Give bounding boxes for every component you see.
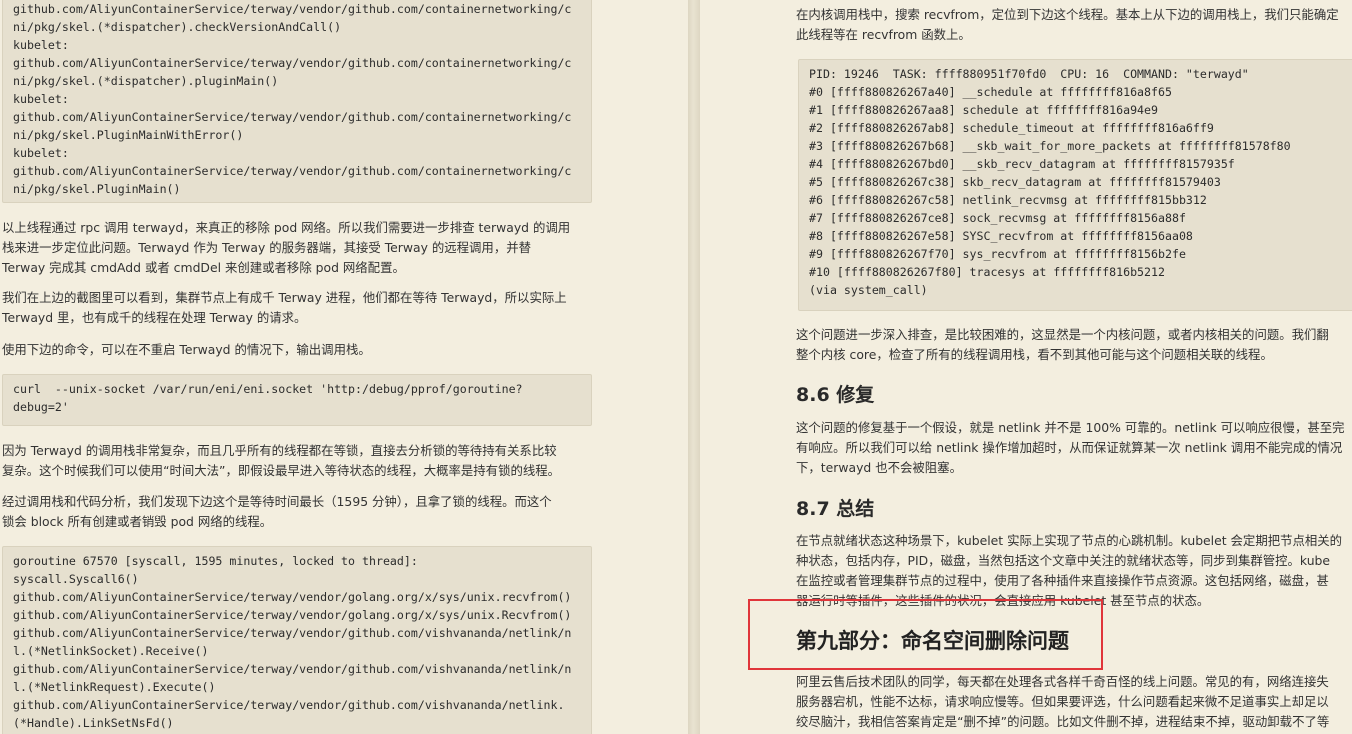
- text-line: #1 [ffff880826267aa8] schedule at ffffff…: [809, 103, 1159, 117]
- text-line: 绞尽脑汁，我相信答案肯定是“删不掉”的问题。比如文件删不掉，进程结束不掉，驱动卸…: [796, 714, 1330, 729]
- text-line: goroutine 67570 [syscall, 1595 minutes, …: [13, 554, 418, 568]
- text-line: github.com/AliyunContainerService/terway…: [13, 698, 565, 712]
- text-line: github.com/AliyunContainerService/terway…: [13, 2, 572, 16]
- text-line: github.com/AliyunContainerService/terway…: [13, 662, 572, 676]
- text-line: syscall.Syscall6(): [13, 572, 139, 586]
- text-line: github.com/AliyunContainerService/terway…: [13, 590, 572, 604]
- text-line: 在节点就绪状态这种场景下，kubelet 实际上实现了节点的心跳机制。kubel…: [796, 533, 1343, 548]
- text-line: #2 [ffff880826267ab8] schedule_timeout a…: [809, 121, 1214, 135]
- text-line: 经过调用栈和代码分析，我们发现下边这个是等待时间最长（1595 分钟），且拿了锁…: [2, 494, 552, 509]
- section-heading-fix: 8.6 修复: [796, 384, 875, 406]
- text-line: Terwayd 里，也有成千的线程在处理 Terway 的请求。: [2, 310, 307, 325]
- text-line: (*Handle).LinkSetNsFd(): [13, 716, 174, 730]
- section-heading-summary: 8.7 总结: [796, 498, 875, 520]
- text-line: #3 [ffff880826267b68] __skb_wait_for_mor…: [809, 139, 1291, 153]
- text-line: 在监控或者管理集群节点的过程中，使用了各种插件来直接操作节点资源。这包括网络，磁…: [796, 573, 1329, 588]
- red-highlight-box: [748, 599, 1103, 670]
- text-line: debug=2': [13, 400, 69, 414]
- text-line: #8 [ffff880826267e58] SYSC_recvfrom at f…: [809, 229, 1193, 243]
- text-line: 种状态，包括内存，PID，磁盘，当然包括这个文章中关注的就绪状态等，同步到集群管…: [796, 553, 1331, 568]
- code-block-call-stack-top: github.com/AliyunContainerService/terway…: [2, 0, 592, 203]
- code-block-kernel-stack: PID: 19246 TASK: ffff880951f70fd0 CPU: 1…: [798, 59, 1352, 311]
- text-line: 我们在上边的截图里可以看到，集群节点上有成千 Terway 进程，他们都在等待 …: [2, 290, 567, 305]
- text-line: ni/pkg/skel.(*dispatcher).checkVersionAn…: [13, 20, 342, 34]
- code-block-curl-command: curl --unix-socket /var/run/eni/eni.sock…: [2, 374, 592, 426]
- text-line: kubelet:: [13, 92, 69, 106]
- paragraph-kernel-recvfrom: 在内核调用栈中，搜索 recvfrom，定位到下边这个线程。基本上从下边的调用栈…: [796, 5, 1339, 45]
- text-line: kubelet:: [13, 38, 69, 52]
- paragraph-time-method: 因为 Terwayd 的调用栈非常复杂，而且几乎所有的线程都在等锁，直接去分析锁…: [2, 441, 560, 481]
- text-line: 栈来进一步定位此问题。Terwayd 作为 Terway 的服务器端，其接受 T…: [2, 240, 531, 255]
- text-line: curl --unix-socket /var/run/eni/eni.sock…: [13, 382, 523, 396]
- page-gutter: [688, 0, 700, 734]
- paragraph-fix-netlink: 这个问题的修复基于一个假设，就是 netlink 并不是 100% 可靠的。ne…: [796, 418, 1345, 478]
- text-line: 下，terwayd 也不会被阻塞。: [796, 460, 962, 475]
- text-line: #10 [ffff880826267f80] tracesys at fffff…: [809, 265, 1165, 279]
- text-line: 此线程等在 recvfrom 函数上。: [796, 27, 971, 42]
- text-line: 复杂。这个时候我们可以使用“时间大法”，即假设最早进入等待状态的线程，大概率是持…: [2, 463, 561, 478]
- text-line: github.com/AliyunContainerService/terway…: [13, 608, 572, 622]
- text-line: PID: 19246 TASK: ffff880951f70fd0 CPU: 1…: [809, 67, 1249, 81]
- text-line: l.(*NetlinkSocket).Receive(): [13, 644, 209, 658]
- text-line: #7 [ffff880826267ce8] sock_recvmsg at ff…: [809, 211, 1186, 225]
- text-line: 这个问题进一步深入排查，是比较困难的，这显然是一个内核问题，或者内核相关的问题。…: [796, 327, 1329, 342]
- text-line: #5 [ffff880826267c38] skb_recv_datagram …: [809, 175, 1221, 189]
- text-line: kubelet:: [13, 146, 69, 160]
- text-line: 阿里云售后技术团队的同学，每天都在处理各式各样千奇百怪的线上问题。常见的有，网络…: [796, 674, 1329, 689]
- text-line: (via system_call): [809, 283, 928, 297]
- text-line: #4 [ffff880826267bd0] __skb_recv_datagra…: [809, 157, 1235, 171]
- paragraph-rpc-terwayd: 以上线程通过 rpc 调用 terwayd，来真正的移除 pod 网络。所以我们…: [2, 218, 570, 278]
- paragraph-output-stack-command: 使用下边的命令，可以在不重启 Terwayd 的情况下，输出调用栈。: [2, 340, 371, 360]
- paragraph-after-sales-team: 阿里云售后技术团队的同学，每天都在处理各式各样千奇百怪的线上问题。常见的有，网络…: [796, 672, 1329, 732]
- text-line: 有响应。所以我们可以给 netlink 操作增加超时，从而保证就算某一次 net…: [796, 440, 1343, 455]
- text-line: 锁会 block 所有创建或者销毁 pod 网络的线程。: [2, 514, 273, 529]
- text-line: 以上线程通过 rpc 调用 terwayd，来真正的移除 pod 网络。所以我们…: [2, 220, 571, 235]
- paragraph-longest-wait-thread: 经过调用栈和代码分析，我们发现下边这个是等待时间最长（1595 分钟），且拿了锁…: [2, 492, 552, 532]
- text-line: ni/pkg/skel.PluginMainWithError(): [13, 128, 244, 142]
- text-line: github.com/AliyunContainerService/terway…: [13, 164, 572, 178]
- left-page: github.com/AliyunContainerService/terway…: [0, 0, 688, 734]
- text-line: 服务器宕机，性能不达标，请求响应慢等。但如果要评选，什么问题看起来微不足道事实上…: [796, 694, 1329, 709]
- paragraph-kernel-problem: 这个问题进一步深入排查，是比较困难的，这显然是一个内核问题，或者内核相关的问题。…: [796, 325, 1329, 365]
- text-line: 这个问题的修复基于一个假设，就是 netlink 并不是 100% 可靠的。ne…: [796, 420, 1345, 435]
- text-line: Terway 完成其 cmdAdd 或者 cmdDel 来创建或者移除 pod …: [2, 260, 405, 275]
- text-line: #6 [ffff880826267c58] netlink_recvmsg at…: [809, 193, 1207, 207]
- text-line: #9 [ffff880826267f70] sys_recvfrom at ff…: [809, 247, 1186, 261]
- text-line: l.(*NetlinkRequest).Execute(): [13, 680, 216, 694]
- code-block-goroutine-stack: goroutine 67570 [syscall, 1595 minutes, …: [2, 546, 592, 734]
- text-line: github.com/AliyunContainerService/terway…: [13, 56, 572, 70]
- text-line: github.com/AliyunContainerService/terway…: [13, 110, 572, 124]
- text-line: 因为 Terwayd 的调用栈非常复杂，而且几乎所有的线程都在等锁，直接去分析锁…: [2, 443, 557, 458]
- text-line: #0 [ffff880826267a40] __schedule at ffff…: [809, 85, 1172, 99]
- paragraph-terway-processes: 我们在上边的截图里可以看到，集群节点上有成千 Terway 进程，他们都在等待 …: [2, 288, 567, 328]
- text-line: ni/pkg/skel.PluginMain(): [13, 182, 181, 196]
- text-line: 在内核调用栈中，搜索 recvfrom，定位到下边这个线程。基本上从下边的调用栈…: [796, 7, 1339, 22]
- text-line: github.com/AliyunContainerService/terway…: [13, 626, 572, 640]
- text-line: 使用下边的命令，可以在不重启 Terwayd 的情况下，输出调用栈。: [2, 342, 371, 357]
- text-line: ni/pkg/skel.(*dispatcher).pluginMain(): [13, 74, 279, 88]
- text-line: 整个内核 core，检查了所有的线程调用栈，看不到其他可能与这个问题相关联的线程…: [796, 347, 1273, 362]
